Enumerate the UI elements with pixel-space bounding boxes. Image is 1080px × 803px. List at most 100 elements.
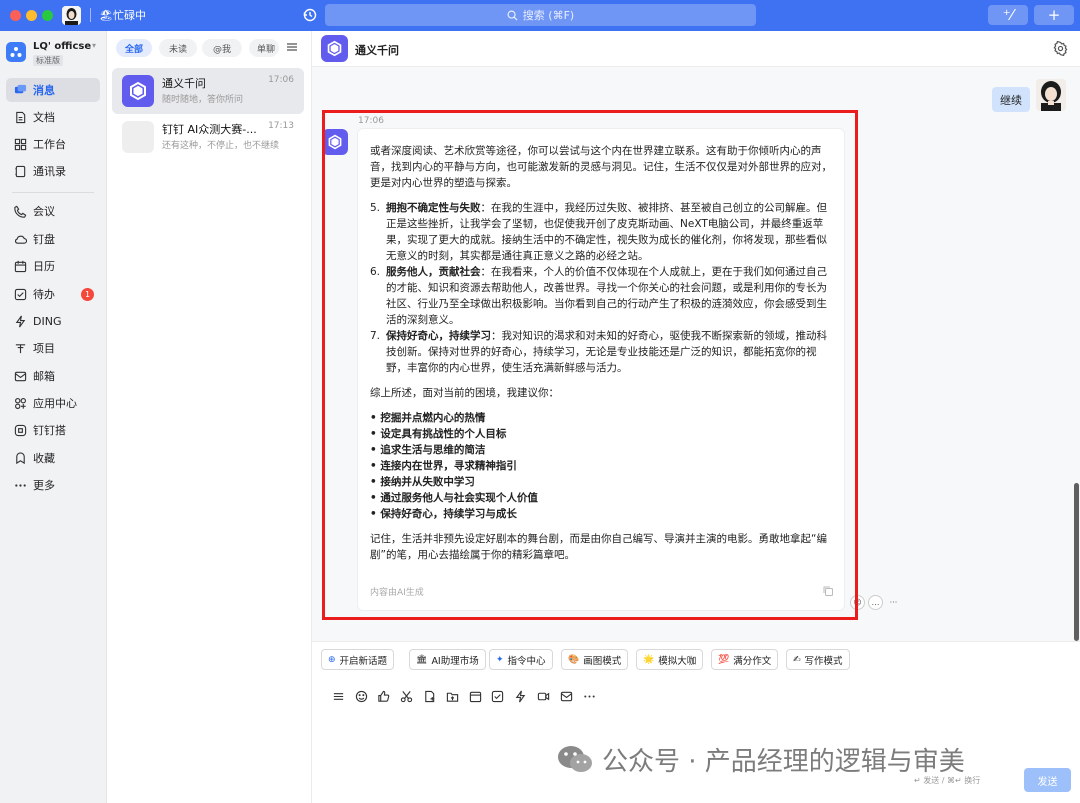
nav-item-app-center[interactable]: 应用中心 — [6, 391, 100, 415]
nav-item-project[interactable]: 项目 — [6, 336, 100, 360]
project-icon — [15, 343, 26, 353]
nav-label: 应用中心 — [33, 397, 77, 410]
reaction-icon[interactable]: ☺ — [850, 595, 865, 610]
profile-avatar[interactable] — [62, 6, 81, 25]
quick-action-simulate-expert[interactable]: 🌟 模拟大咖 — [636, 649, 704, 670]
conversation-item[interactable]: 钉钉 AI众测大赛-... 17:13 还有这种，不停止，也不继续 — [112, 114, 304, 160]
thumbs-up-icon[interactable] — [373, 687, 396, 705]
quick-action-new-topic[interactable]: ⊕ 开启新话题 — [321, 649, 395, 670]
nav-item-contacts[interactable]: 通讯录 — [6, 159, 100, 183]
nav-item-drive[interactable]: 钉盘 — [6, 227, 100, 251]
quick-action-command-center[interactable]: ✦ 指令中心 — [489, 649, 553, 670]
todo-icon[interactable] — [487, 687, 510, 705]
divider — [12, 192, 94, 193]
mail-icon[interactable] — [555, 687, 578, 705]
filter-all[interactable]: 全部 — [116, 39, 152, 57]
menu-icon[interactable] — [286, 41, 298, 53]
tongyi-logo-icon[interactable] — [321, 35, 348, 62]
calendar-icon — [14, 260, 27, 272]
apps-icon — [15, 397, 26, 409]
conversation-item[interactable]: 通义千问 17:06 随时随地，答你所问 — [112, 68, 304, 114]
closing-paragraph: 记住，生活并非预先设定好剧本的舞台剧，而是由你自己编写、导演并主演的电影。勇敢地… — [370, 533, 827, 561]
quick-action-assistant-market[interactable]: 🏛 AI助理市场 — [409, 649, 486, 670]
watermark: 公众号 · 产品经理的逻辑与审美 — [556, 741, 965, 778]
nav-label: 通讯录 — [33, 165, 66, 178]
close-window-button[interactable] — [10, 10, 21, 21]
reply-icon[interactable]: … — [868, 595, 883, 610]
tongyi-logo-icon[interactable] — [322, 129, 348, 155]
more-icon[interactable] — [578, 687, 601, 705]
gear-icon[interactable] — [1053, 40, 1068, 57]
document-icon — [16, 111, 26, 123]
divider — [90, 8, 91, 22]
emoji-icon[interactable] — [350, 687, 373, 705]
list-item-title: 服务他人，贡献社会 — [386, 266, 481, 278]
wechat-icon — [558, 745, 592, 772]
message-icon — [14, 84, 27, 93]
more-icon[interactable]: ··· — [886, 595, 901, 610]
filter-direct[interactable]: 单聊 — [249, 39, 279, 57]
chat-title[interactable]: 通义千问 — [355, 42, 399, 58]
conversation-name: 通义千问 — [162, 77, 206, 90]
nav-label: 钉盘 — [33, 233, 55, 246]
send-button[interactable]: 发送 — [1024, 768, 1071, 792]
list-number: 5. — [370, 202, 381, 214]
lightning-icon[interactable] — [509, 687, 532, 705]
menu-icon[interactable] — [327, 687, 350, 705]
nav-item-workbench[interactable]: 工作台 — [6, 132, 100, 156]
status-label[interactable]: 🏖忙碌中 — [99, 7, 146, 23]
filter-unread[interactable]: 未读 — [159, 39, 197, 57]
contacts-icon — [15, 165, 26, 177]
conversation-preview: 还有这种，不停止，也不继续 — [162, 141, 280, 151]
group-avatar — [122, 121, 154, 153]
nav-item-more[interactable]: 更多 — [6, 473, 100, 497]
todo-icon — [14, 288, 27, 300]
nav-label: 文档 — [33, 111, 55, 124]
quick-action-perfect-essay[interactable]: 💯 满分作文 — [711, 649, 779, 670]
nav-item-ding[interactable]: DING — [6, 309, 100, 333]
calendar-icon[interactable] — [464, 687, 487, 705]
search-input[interactable]: 搜索 (⌘F) — [325, 4, 756, 26]
scissors-icon[interactable] — [395, 687, 418, 705]
nav-item-docs[interactable]: 文档 — [6, 105, 100, 129]
nav-item-mail[interactable]: 邮箱 — [6, 364, 100, 388]
nav-item-meeting[interactable]: 会议 — [6, 199, 100, 223]
nav-item-dingda[interactable]: 钉钉搭 — [6, 418, 100, 442]
user-avatar[interactable] — [1036, 79, 1066, 111]
nav-item-calendar[interactable]: 日历 — [6, 254, 100, 278]
scrollbar[interactable] — [1074, 483, 1079, 641]
add-button[interactable]: + — [1034, 5, 1074, 25]
bullet-item: • 接纳并从失败中学习 — [370, 476, 475, 488]
bullet-item: • 追求生活与思维的简洁 — [370, 444, 486, 456]
nav-label: 消息 — [33, 84, 55, 97]
org-switcher[interactable]: LQ' officse ▾ 标准版 — [6, 41, 102, 69]
nav-label: 钉钉搭 — [33, 424, 66, 437]
quick-action-writing-mode[interactable]: ✍ 写作模式 — [786, 649, 850, 670]
nav-item-messages[interactable]: 消息 — [6, 78, 100, 102]
ai-message: 或者深度阅读、艺术欣赏等途径，你可以尝试与这个内在世界建立联系。这有助于你倾听内… — [357, 128, 845, 611]
nav-label: 收藏 — [33, 452, 55, 465]
compose-button[interactable]: ⁺⁄ — [988, 5, 1028, 25]
folder-upload-icon[interactable] — [441, 687, 464, 705]
build-icon — [14, 424, 27, 436]
maximize-window-button[interactable] — [42, 10, 53, 21]
quick-action-drawing-mode[interactable]: 🎨 画图模式 — [561, 649, 629, 670]
list-item: 6. 服务他人，贡献社会：在我看来，个人的价值不仅体现在个人成就上，更在于我们如… — [370, 264, 832, 328]
document-icon[interactable] — [418, 687, 441, 705]
nav-label: 更多 — [33, 479, 55, 492]
history-icon[interactable] — [302, 7, 318, 23]
numbered-list: 5. 拥抱不确定性与失败：在我的生涯中，我经历过失败、被排挤、甚至被自己创立的公… — [370, 200, 832, 376]
todo-count-badge: 1 — [81, 288, 94, 301]
input-area: ⊕ 开启新话题 🏛 AI助理市场 ✦ 指令中心 🎨 画图模式 🌟 模拟大咖 💯 满分作文 ✍… — [312, 641, 1080, 803]
filter-mentions[interactable]: @我 — [202, 39, 242, 57]
nav-item-todo[interactable]: 待办 1 — [6, 282, 100, 306]
org-name: LQ' officse — [33, 41, 92, 52]
summary-intro: 综上所述，面对当前的困境，我建议你： — [370, 387, 559, 399]
nav-item-favorites[interactable]: 收藏 — [6, 446, 100, 470]
chevron-down-icon: ▾ — [92, 41, 97, 50]
writing-icon: ✍ — [793, 654, 801, 665]
bullet-item: • 连接内在世界，寻求精神指引 — [370, 460, 517, 472]
minimize-window-button[interactable] — [26, 10, 37, 21]
copy-icon[interactable] — [822, 585, 834, 597]
video-icon[interactable] — [532, 687, 555, 705]
